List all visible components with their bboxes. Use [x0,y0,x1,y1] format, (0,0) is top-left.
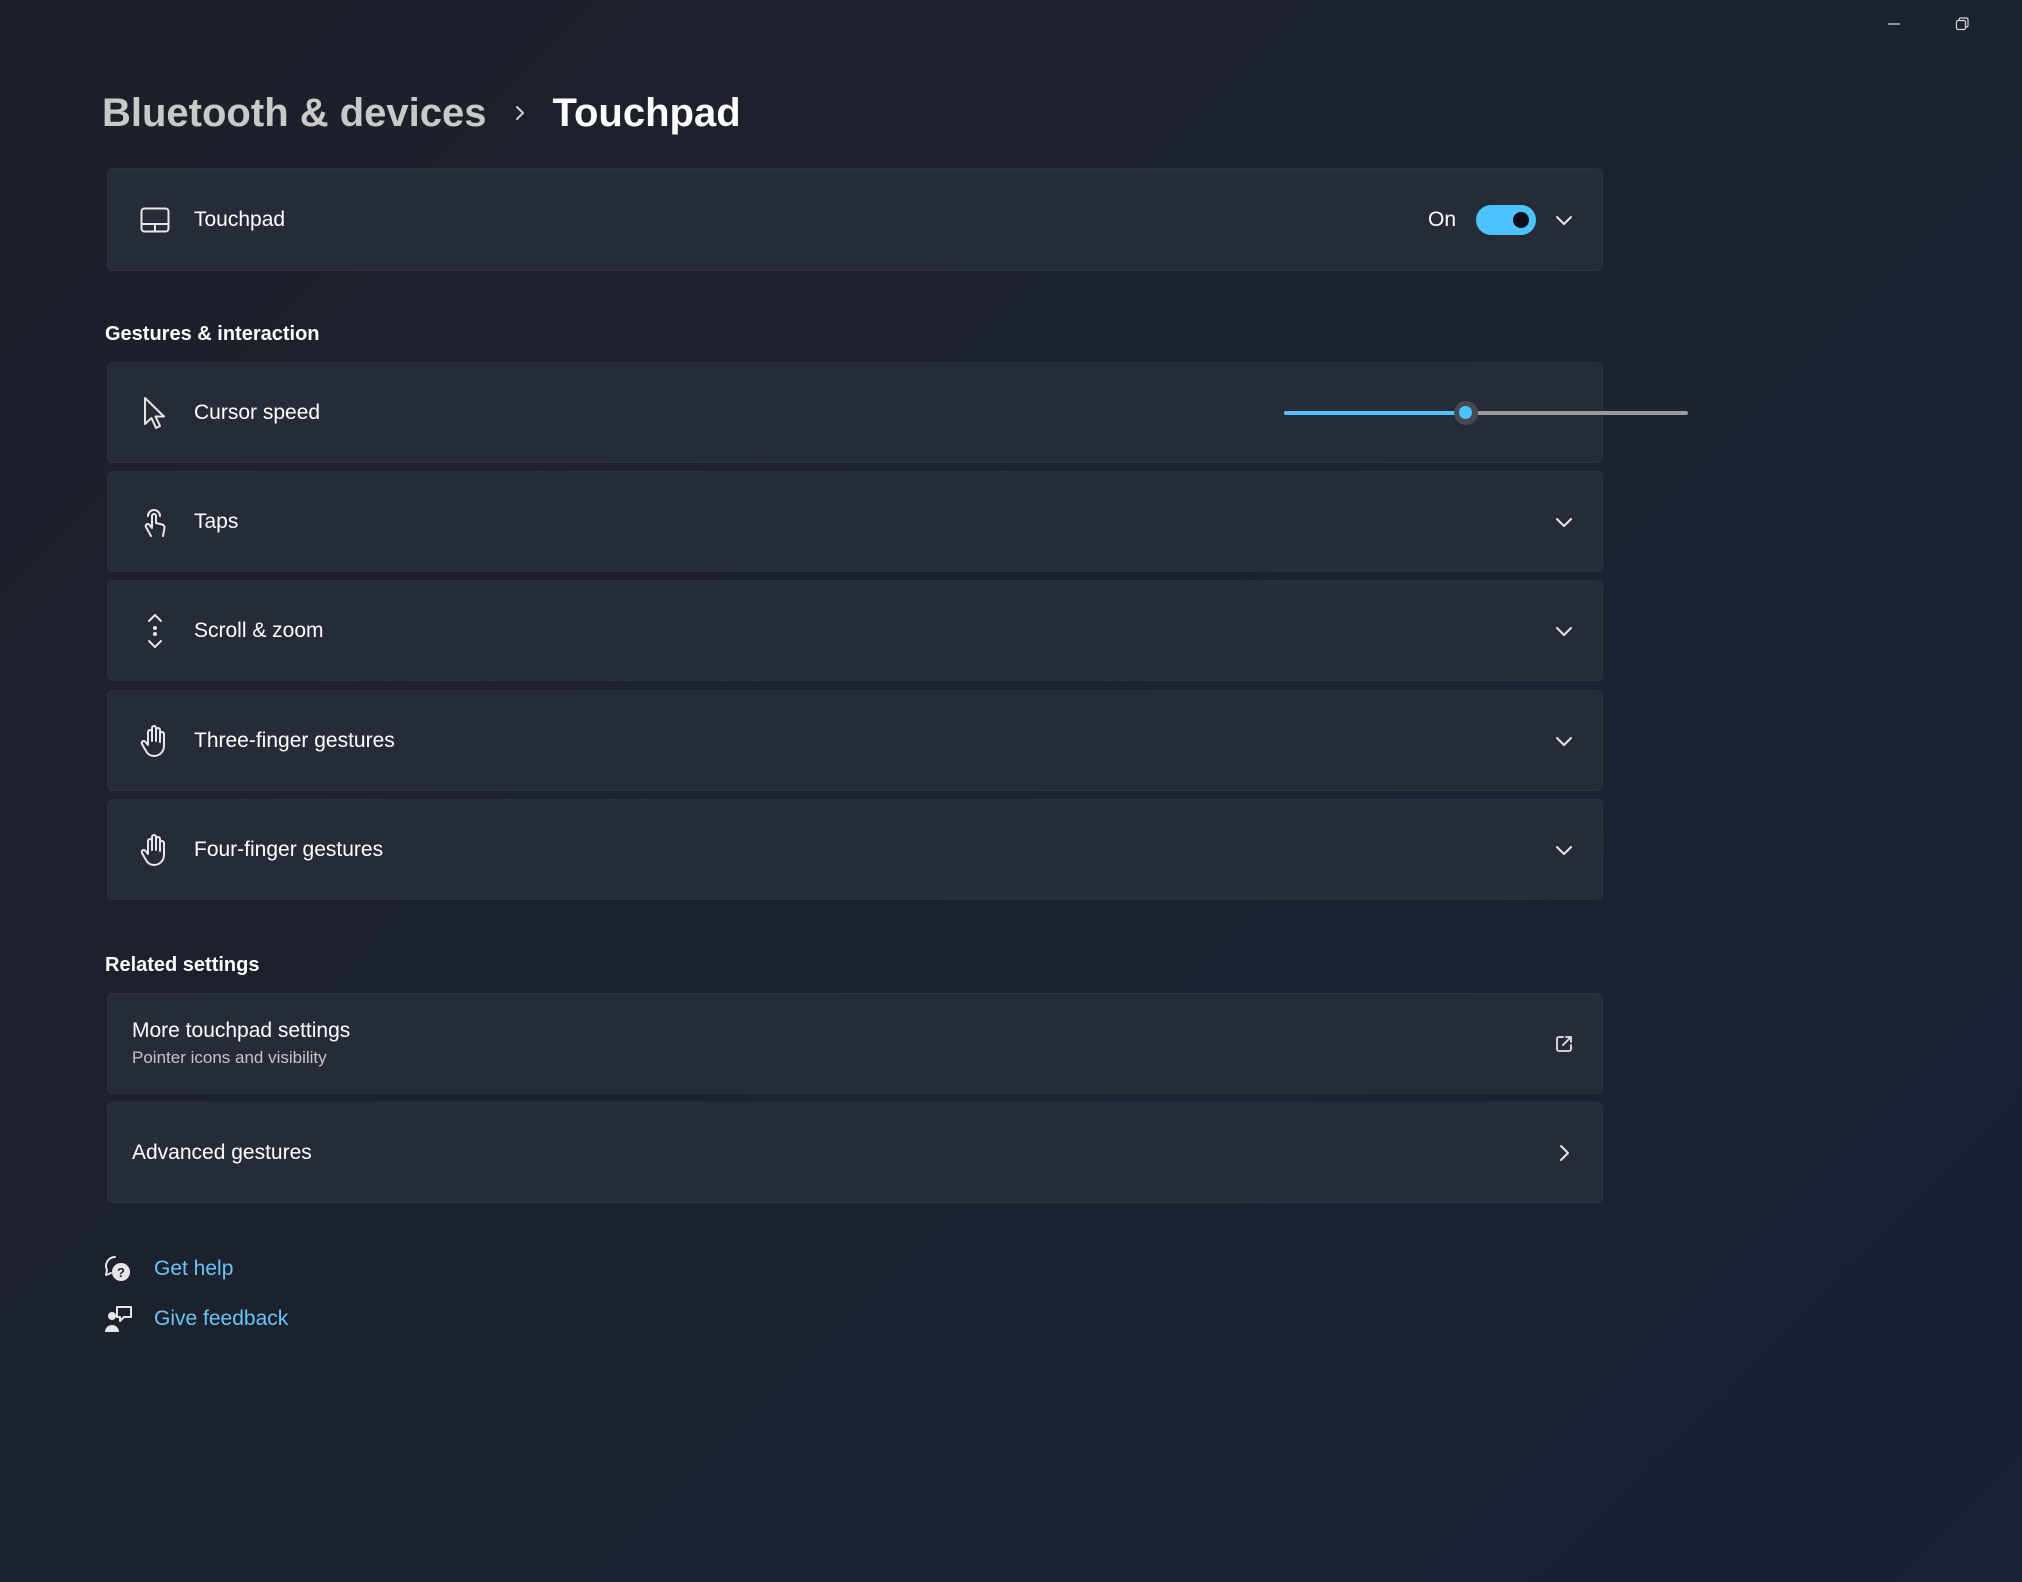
taps-card[interactable]: Taps [107,471,1603,572]
chevron-down-icon[interactable] [1546,202,1582,238]
chevron-down-icon[interactable] [1546,723,1582,759]
chevron-down-icon[interactable] [1546,832,1582,868]
taps-label: Taps [194,509,239,533]
external-link-icon[interactable] [1546,1026,1582,1062]
restore-button[interactable] [1934,8,1990,40]
toggle-state-text: On [1427,207,1456,231]
give-feedback-link[interactable]: Give feedback [154,1307,288,1331]
scroll-zoom-label: Scroll & zoom [194,618,324,642]
breadcrumb-chevron-icon [511,104,529,122]
advanced-gestures-card[interactable]: Advanced gestures [107,1102,1603,1203]
toggle-knob [1513,211,1529,228]
four-finger-label: Four-finger gestures [194,837,384,861]
advanced-gestures-label: Advanced gestures [132,1140,312,1164]
gestures-section-title: Gestures & interaction [105,323,320,345]
restore-icon [1955,17,1969,31]
touchpad-label: Touchpad [194,207,286,231]
chevron-down-icon[interactable] [1546,613,1582,649]
more-touchpad-settings-sublabel: Pointer icons and visibility [132,1048,327,1067]
tap-icon [132,499,178,545]
more-touchpad-settings-text: More touchpad settings Pointer icons and… [132,1019,350,1068]
feedback-icon [102,1303,134,1335]
more-touchpad-settings-label: More touchpad settings [132,1019,351,1042]
chevron-down-icon[interactable] [1546,504,1582,540]
minimize-button[interactable] [1866,8,1922,40]
cursor-speed-card: Cursor speed [107,362,1688,463]
four-finger-card[interactable]: Four-finger gestures [107,799,1603,900]
cursor-speed-slider[interactable] [1284,395,1688,431]
scroll-icon [132,608,178,654]
slider-fill [1284,410,1466,415]
three-finger-card[interactable]: Three-finger gestures [107,690,1603,791]
minimize-icon [1888,23,1900,25]
breadcrumb-parent-link[interactable]: Bluetooth & devices [102,91,487,136]
breadcrumb: Bluetooth & devices Touchpad [102,88,741,138]
scroll-zoom-card[interactable]: Scroll & zoom [107,580,1603,681]
help-chat-icon: ? [102,1253,134,1285]
more-touchpad-settings-card[interactable]: More touchpad settings Pointer icons and… [107,993,1603,1094]
give-feedback-row[interactable]: Give feedback [102,1301,288,1337]
cursor-speed-label: Cursor speed [194,400,321,424]
touchpad-toggle-group: On [1427,204,1536,235]
cursor-icon [132,390,178,436]
touchpad-toggle[interactable] [1476,204,1536,235]
svg-text:?: ? [117,1265,125,1280]
hand-icon [132,718,178,764]
get-help-row[interactable]: ? Get help [102,1251,233,1287]
touchpad-card[interactable]: Touchpad On [107,168,1603,271]
slider-thumb[interactable] [1453,400,1478,425]
settings-window: Bluetooth & devices Touchpad Touchpad On… [0,0,2022,1582]
chevron-right-icon[interactable] [1546,1135,1582,1171]
hand-icon [132,827,178,873]
three-finger-label: Three-finger gestures [194,728,395,752]
touchpad-icon [132,197,178,243]
related-section-title: Related settings [105,954,260,976]
get-help-link[interactable]: Get help [154,1257,233,1281]
page-title: Touchpad [552,90,741,135]
